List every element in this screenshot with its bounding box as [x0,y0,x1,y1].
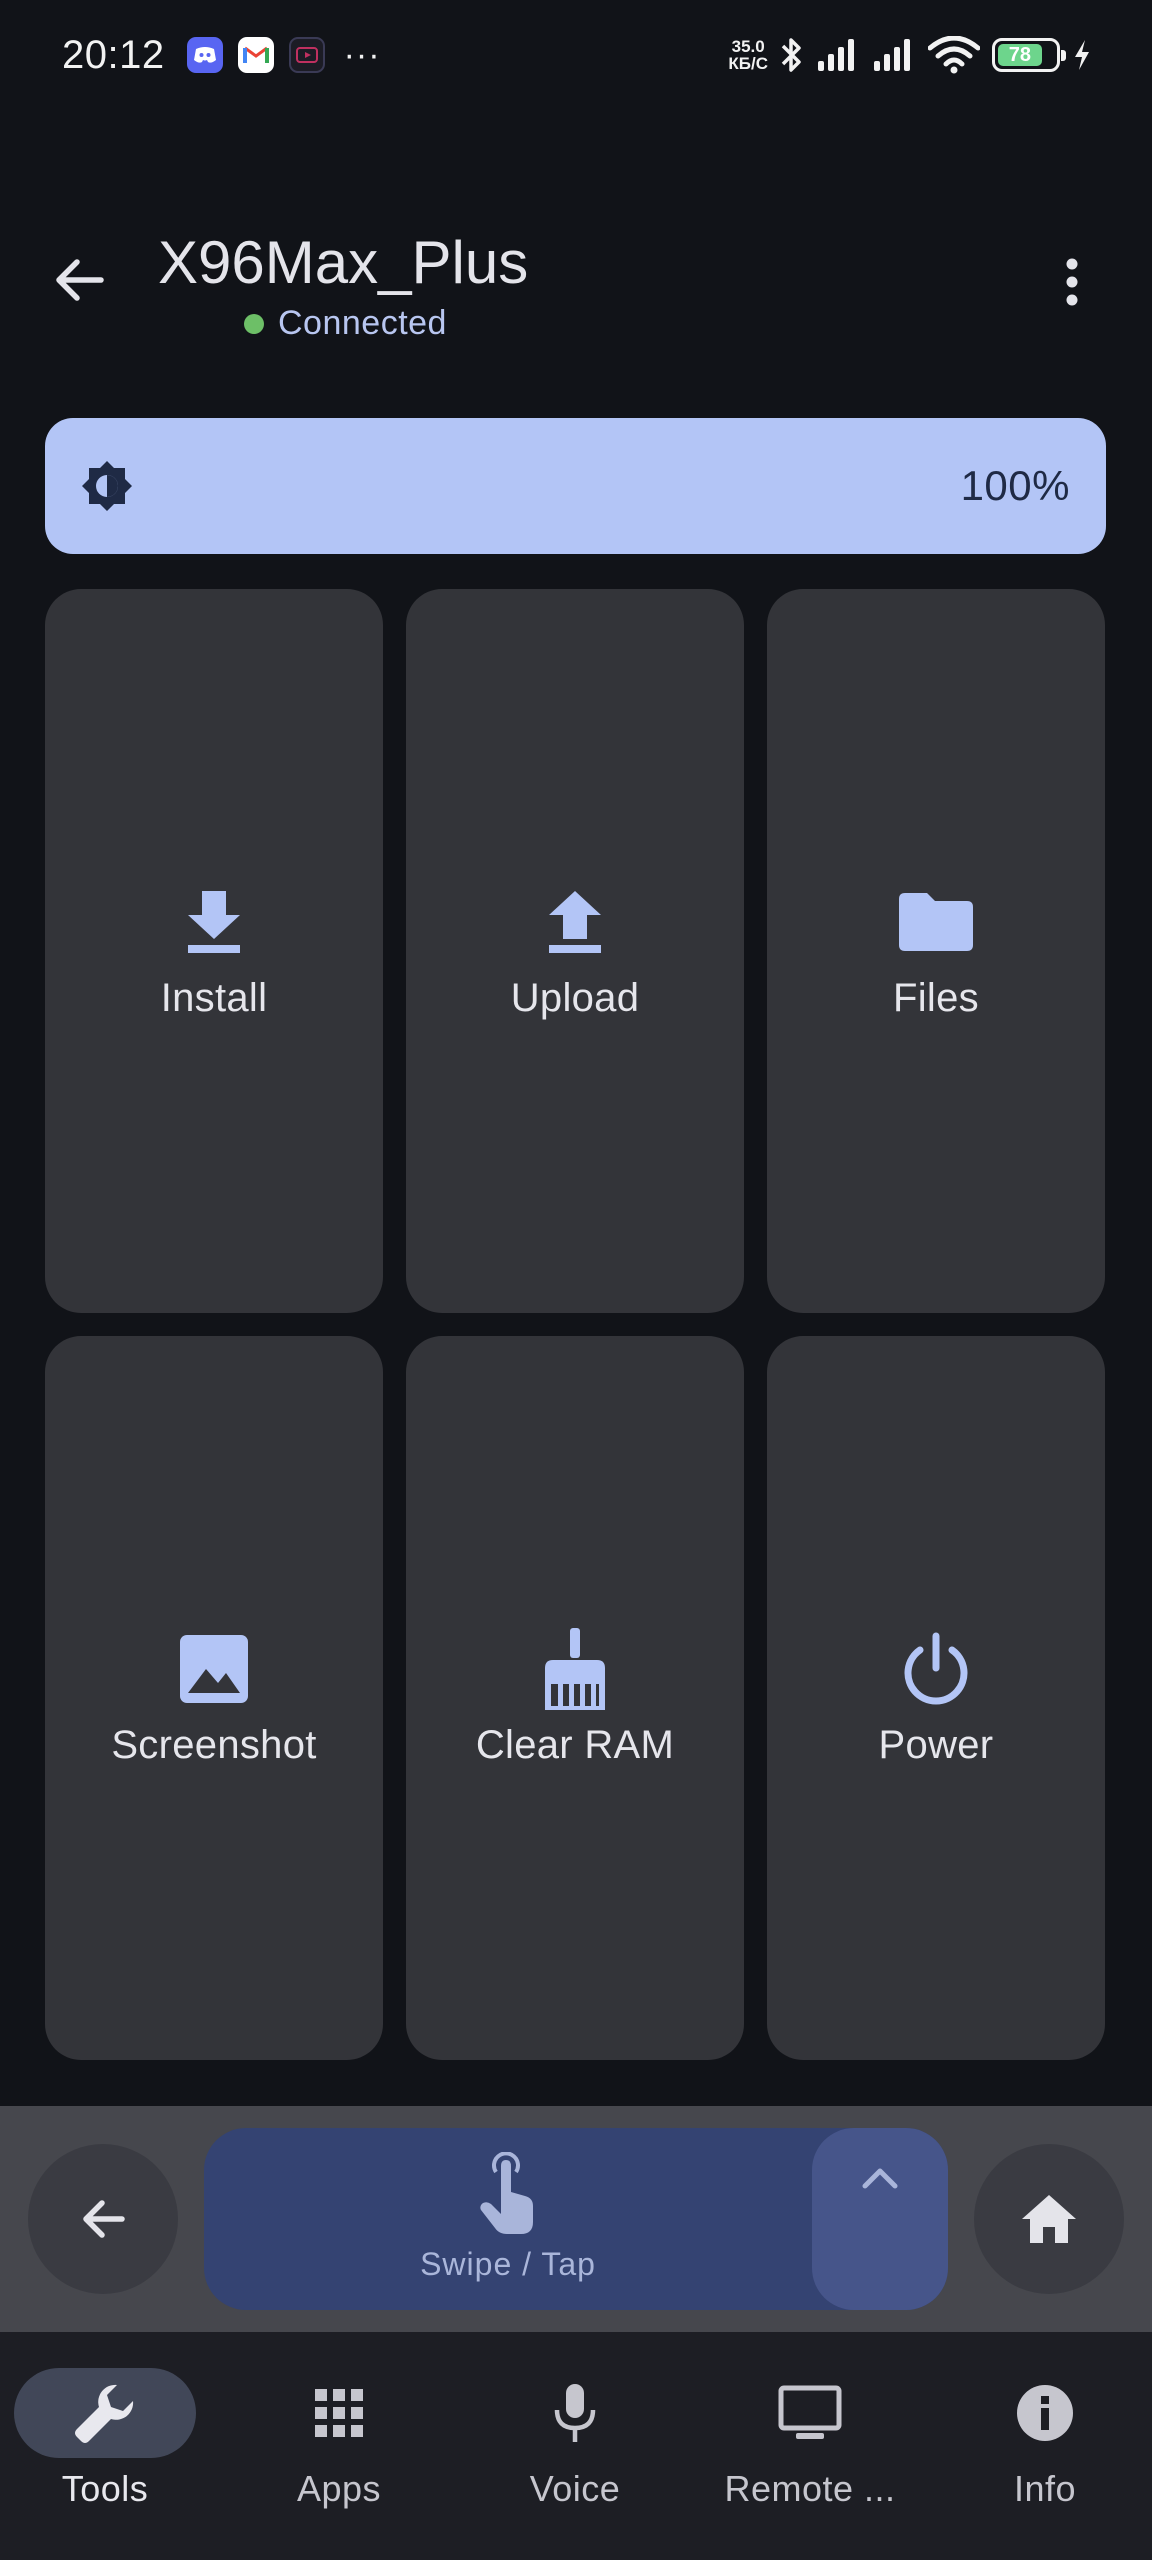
upload-label: Upload [510,975,640,1020]
more-vert-icon [1066,258,1078,306]
image-icon [174,1629,254,1709]
bottom-navigation: Tools Apps Voice Remote ... Info [0,2332,1152,2560]
connection-status: Connected [244,304,447,343]
nav-info-pill [954,2368,1136,2458]
grid-icon [315,2389,363,2437]
download-icon [174,882,254,962]
wrench-icon [75,2384,134,2443]
clock: 20:12 [62,32,165,77]
network-speed: 35.0 КБ/С [728,37,768,73]
nav-remote[interactable]: Remote ... [710,2332,910,2560]
clear-ram-tile[interactable]: Clear RAM [406,1336,744,2060]
back-arrow-icon [83,2200,125,2238]
nav-apps[interactable]: Apps [248,2332,430,2560]
more-notifications-icon: ··· [343,35,381,74]
nav-tools-pill [14,2368,196,2458]
swipe-tap-content: Swipe / Tap [204,2152,812,2283]
status-dot [244,313,264,334]
brightness-value: 100% [960,462,1070,509]
nav-remote-label: Remote ... [724,2468,896,2509]
clear-ram-label: Clear RAM [475,1722,675,1767]
mic-icon [554,2384,596,2442]
control-back-button[interactable] [28,2144,178,2294]
upload-tile[interactable]: Upload [406,589,744,1313]
power-icon [896,1629,976,1709]
chevron-up-icon [862,2168,898,2189]
discord-icon [186,37,223,73]
device-title: X96Max_Plus [158,229,529,296]
power-label: Power [878,1722,994,1767]
touch-icon [480,2152,533,2234]
upload-icon [535,882,615,962]
more-options-button[interactable] [1032,242,1112,322]
info-icon [1017,2385,1073,2441]
nav-voice-label: Voice [529,2468,621,2509]
install-tile[interactable]: Install [45,589,383,1313]
gmail-icon [237,37,274,73]
status-text: Connected [278,304,447,342]
remote-control-panel: Swipe / Tap [0,2106,1152,2332]
nav-apps-pill [248,2368,430,2458]
wifi-icon [928,36,980,74]
swipe-tap-pad[interactable]: Swipe / Tap [204,2128,948,2310]
back-arrow-icon [56,259,104,301]
folder-icon [896,882,976,962]
nav-info[interactable]: Info [954,2332,1136,2560]
bluetooth-icon [781,38,801,72]
expand-button[interactable] [812,2128,948,2310]
install-label: Install [160,975,268,1020]
charging-icon [1075,40,1089,70]
signal-icon-2 [874,39,910,71]
battery-icon: 78 [992,38,1066,72]
status-bar: 20:12 ··· 35.0 КБ/С 78 [0,0,1152,110]
files-label: Files [893,975,979,1020]
nav-tools[interactable]: Tools [14,2332,196,2560]
brightness-slider[interactable]: 100% [45,418,1106,554]
back-button[interactable] [40,240,120,320]
screenshot-label: Screenshot [111,1722,317,1767]
notification-icons: ··· [186,35,381,75]
system-icons: 35.0 КБ/С 78 [728,36,1092,74]
power-tile[interactable]: Power [767,1336,1105,2060]
tv-icon [778,2385,842,2439]
nav-info-label: Info [1013,2468,1077,2509]
broom-icon [535,1627,615,1710]
nav-voice-pill [484,2368,666,2458]
control-home-button[interactable] [974,2144,1124,2294]
brightness-icon [82,461,132,511]
top-app-bar: X96Max_Plus Connected [0,220,1152,350]
swipe-tap-label: Swipe / Tap [420,2246,596,2282]
files-tile[interactable]: Files [767,589,1105,1313]
nav-apps-label: Apps [296,2468,382,2509]
signal-icon [818,39,854,71]
nav-voice[interactable]: Voice [484,2332,666,2560]
home-icon [1022,2195,1076,2243]
nav-tools-label: Tools [61,2468,149,2509]
youtube-icon [288,37,325,73]
nav-remote-pill [719,2368,901,2458]
battery-level: 78 [998,44,1042,66]
screenshot-tile[interactable]: Screenshot [45,1336,383,2060]
